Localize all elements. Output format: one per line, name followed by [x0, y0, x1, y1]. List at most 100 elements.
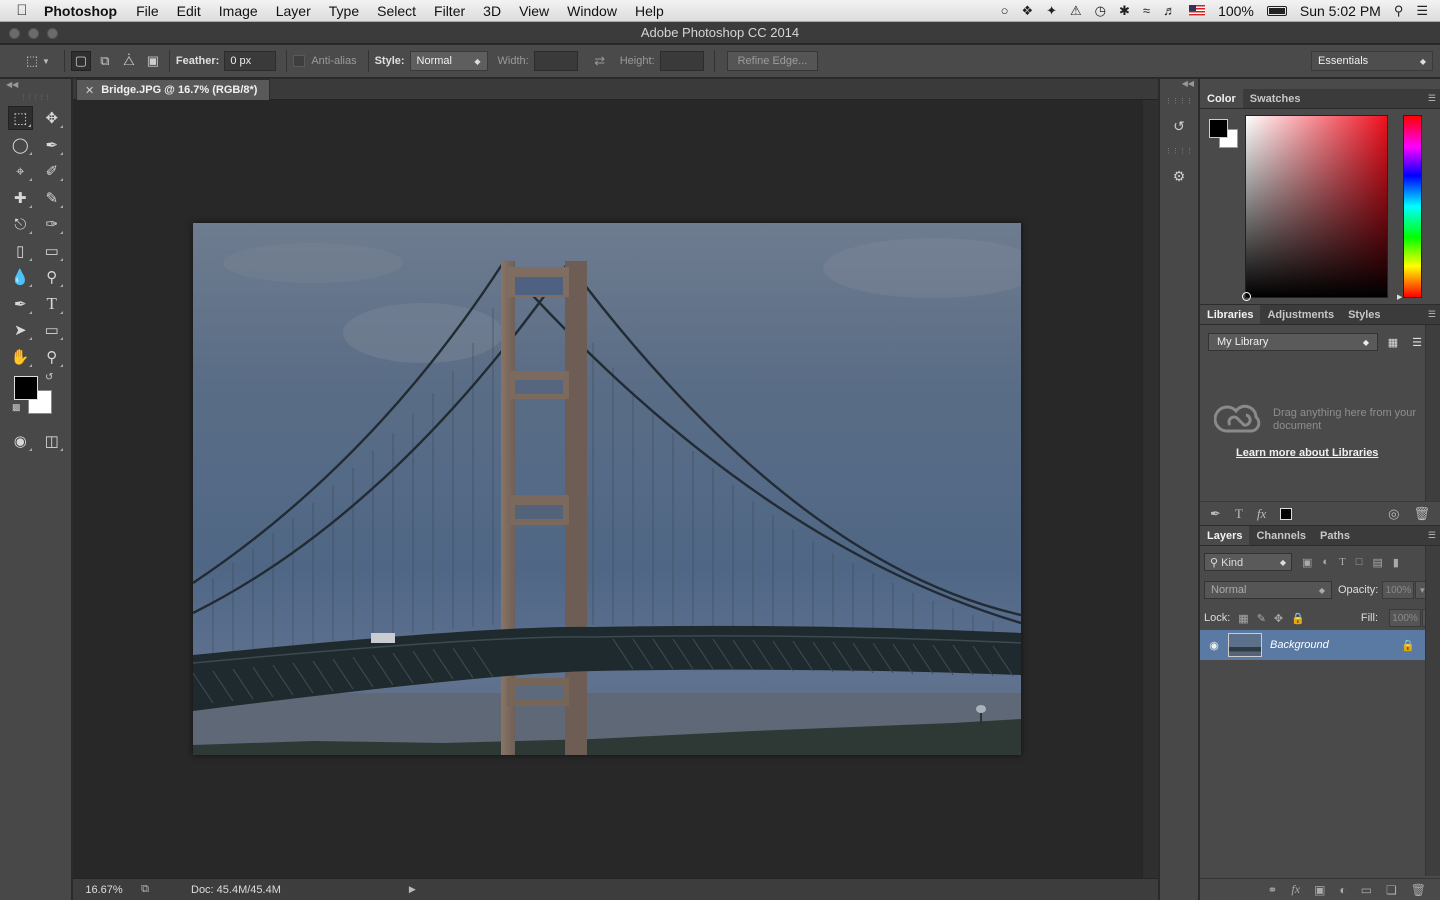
panel-menu-icon[interactable]: ☰ [1428, 309, 1436, 320]
tab-color[interactable]: Color [1200, 89, 1243, 108]
layer-name[interactable]: Background [1270, 639, 1401, 651]
clock[interactable]: Sun 5:02 PM [1300, 3, 1381, 19]
type-tool-icon[interactable]: T [40, 292, 65, 316]
add-layer-style-icon[interactable]: fx [1291, 882, 1300, 897]
menu-view[interactable]: View [510, 3, 558, 19]
tab-libraries[interactable]: Libraries [1200, 305, 1261, 324]
lock-image-pixels-icon[interactable]: ✎ [1257, 612, 1266, 625]
growl-icon[interactable]: ✦ [1046, 3, 1057, 19]
warning-icon[interactable]: ⚠ [1070, 3, 1082, 19]
workspace-select[interactable]: Essentials ◆ [1311, 51, 1433, 71]
menu-filter[interactable]: Filter [425, 3, 474, 19]
tab-adjustments[interactable]: Adjustments [1260, 305, 1341, 324]
time-machine-icon[interactable]: ◷ [1095, 3, 1106, 19]
spotlight-search-icon[interactable]: ⚲ [1394, 3, 1404, 19]
new-adjustment-layer-icon[interactable]: ◐ [1339, 883, 1346, 897]
feather-input[interactable]: 0 px [224, 51, 277, 71]
blend-mode-select[interactable]: Normal ◆ [1204, 581, 1332, 599]
add-to-selection-icon[interactable]: ⧉ [95, 51, 115, 71]
intersect-selection-icon[interactable]: ▣ [143, 51, 163, 71]
expand-panels-icon[interactable]: ◀◀ [1160, 79, 1198, 89]
volume-icon[interactable]: ♬ [1163, 3, 1176, 18]
delete-layer-icon[interactable]: 🗑 [1411, 883, 1426, 897]
rectangular-marquee-tool-icon[interactable]: ⬚ [8, 106, 33, 131]
eyedropper-tool-icon[interactable]: ✐ [40, 159, 65, 183]
pen-tool-icon[interactable]: ✒ [8, 292, 33, 316]
width-input[interactable] [533, 51, 578, 71]
gradient-tool-icon[interactable]: ▭ [40, 239, 65, 263]
hand-tool-icon[interactable]: ✋ [8, 345, 33, 369]
panel-drag-handle[interactable]: ⋮⋮⋮⋮ [1160, 97, 1198, 107]
add-layer-style-icon[interactable]: fx [1257, 506, 1266, 522]
lock-position-icon[interactable]: ✥ [1274, 612, 1283, 625]
menu-window[interactable]: Window [558, 3, 626, 19]
filter-smart-objects-icon[interactable]: ▤ [1372, 556, 1382, 569]
color-panel-foreground-swatch[interactable] [1209, 119, 1228, 138]
filter-type-layers-icon[interactable]: T [1339, 556, 1346, 568]
history-brush-tool-icon[interactable]: ✑ [40, 212, 65, 236]
minimize-window-button[interactable] [28, 28, 39, 39]
menu-select[interactable]: Select [368, 3, 425, 19]
screen-mode-icon[interactable]: ◫ [40, 429, 65, 453]
apple-icon[interactable]:  [0, 2, 44, 19]
filter-shape-layers-icon[interactable]: □ [1356, 556, 1363, 568]
libraries-scrollbar[interactable] [1425, 325, 1440, 501]
new-selection-icon[interactable]: ▢ [70, 51, 91, 71]
move-tool-icon[interactable]: ✥ [40, 106, 64, 130]
filter-adjustment-layers-icon[interactable]: ◐ [1322, 556, 1329, 568]
tab-swatches[interactable]: Swatches [1243, 89, 1308, 108]
filter-kind-select[interactable]: ⚲ Kind ◆ [1204, 553, 1292, 571]
tab-channels[interactable]: Channels [1249, 526, 1313, 545]
library-select[interactable]: My Library ◆ [1208, 333, 1378, 351]
share-export-icon[interactable]: ⧉ [135, 883, 155, 896]
lock-all-icon[interactable]: 🔒 [1291, 612, 1305, 625]
tab-styles[interactable]: Styles [1341, 305, 1387, 324]
delete-icon[interactable]: 🗑 [1413, 506, 1430, 522]
opacity-input[interactable]: 100% [1382, 581, 1415, 599]
style-select[interactable]: Normal ◆ [409, 51, 488, 71]
new-group-icon[interactable]: ▭ [1361, 883, 1372, 897]
dropbox-icon[interactable]: ❖ [1021, 3, 1033, 19]
link-layers-icon[interactable]: ⚭ [1267, 883, 1277, 897]
status-menu-arrow-icon[interactable]: ▶ [409, 884, 416, 895]
list-view-icon[interactable]: ☰ [1408, 333, 1426, 351]
marquee-preset-icon[interactable]: ⬚ [22, 51, 42, 71]
foreground-color-swatch[interactable] [14, 376, 38, 400]
menu-file[interactable]: File [127, 3, 168, 19]
bluetooth-icon[interactable]: ✱ [1119, 3, 1130, 19]
tools-panel-grip[interactable]: ◀◀ [0, 79, 71, 89]
hue-slider-handle-icon[interactable]: ▶ [1397, 293, 1402, 301]
color-field[interactable] [1242, 115, 1388, 301]
add-graphic-icon[interactable]: ✒ [1210, 506, 1221, 522]
new-layer-icon[interactable]: ❏ [1386, 883, 1397, 897]
default-colors-icon[interactable]: ▩ [12, 402, 21, 413]
add-foreground-color-icon[interactable] [1280, 507, 1293, 520]
app-menu[interactable]: Photoshop [44, 3, 117, 19]
fill-input[interactable]: 100% [1389, 609, 1421, 627]
zoom-level[interactable]: 16.67% [73, 884, 135, 896]
panel-menu-icon[interactable]: ☰ [1428, 530, 1436, 541]
anti-alias-checkbox[interactable] [293, 55, 306, 67]
tab-paths[interactable]: Paths [1313, 526, 1357, 545]
menu-type[interactable]: Type [320, 3, 368, 19]
crop-tool-icon[interactable]: ⌖ [8, 159, 33, 183]
canvas-vertical-scrollbar[interactable] [1142, 100, 1158, 878]
swap-colors-icon[interactable]: ↺ [45, 372, 53, 383]
subtract-from-selection-icon[interactable]: ⧊ [119, 51, 139, 71]
battery-icon[interactable] [1266, 5, 1287, 16]
quick-selection-tool-icon[interactable]: ✒ [40, 133, 65, 157]
learn-more-libraries-link[interactable]: Learn more about Libraries [1236, 447, 1378, 459]
preset-dropdown-arrow[interactable]: ▼ [42, 57, 50, 66]
zoom-window-button[interactable] [47, 28, 58, 39]
layers-scrollbar[interactable] [1425, 546, 1440, 876]
blur-tool-icon[interactable]: 💧 [8, 265, 33, 289]
creative-cloud-icon[interactable]: ○ [1001, 3, 1009, 18]
tab-layers[interactable]: Layers [1200, 526, 1250, 545]
add-mask-icon[interactable]: ▣ [1314, 883, 1325, 897]
wifi-icon[interactable]: ≈ [1143, 3, 1150, 18]
eraser-tool-icon[interactable]: ▯ [8, 239, 33, 263]
filter-pixel-layers-icon[interactable]: ▣ [1302, 556, 1312, 569]
eye-visibility-icon[interactable]: ◉ [1200, 639, 1228, 652]
close-document-icon[interactable]: ✕ [85, 84, 94, 97]
panel-drag-handle[interactable]: ⋮⋮⋮⋮⋮ [0, 89, 71, 105]
